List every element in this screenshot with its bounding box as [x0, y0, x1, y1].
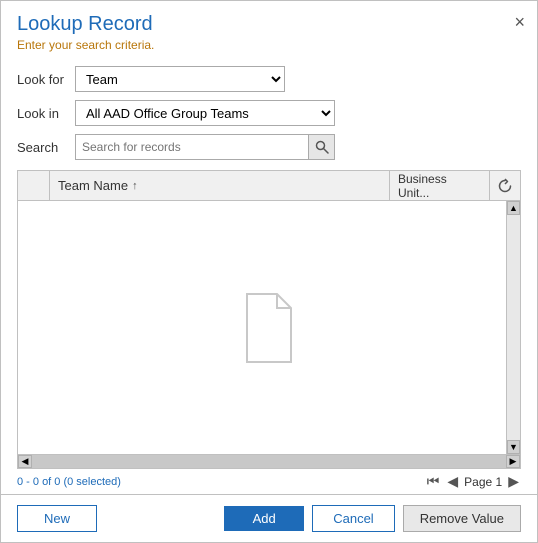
dialog-header: Lookup Record Enter your search criteria…: [1, 1, 537, 56]
dialog-subtitle: Enter your search criteria.: [17, 38, 521, 52]
table-area: Team Name ↑ Business Unit...: [17, 170, 521, 469]
form-area: Look for Team Look in All AAD Office Gro…: [1, 56, 537, 170]
scroll-left-button[interactable]: ◀: [18, 455, 32, 468]
page-label: Page 1: [464, 475, 502, 489]
scroll-right-button[interactable]: ▶: [506, 455, 520, 468]
record-count: 0 - 0 of 0 (0 selected): [17, 476, 121, 488]
next-page-button[interactable]: ▶: [506, 473, 521, 490]
scroll-up-button[interactable]: ▲: [507, 201, 520, 215]
lookup-record-dialog: Lookup Record Enter your search criteria…: [0, 0, 538, 543]
prev-page-button[interactable]: ◀: [445, 473, 460, 490]
add-button[interactable]: Add: [224, 506, 304, 531]
empty-file-icon: [239, 292, 299, 364]
scroll-v-track: [507, 215, 520, 440]
footer-buttons: New Add Cancel Remove Value: [1, 494, 537, 542]
search-input-wrap: [75, 134, 335, 160]
look-in-select[interactable]: All AAD Office Group Teams: [75, 100, 335, 126]
table-body: ▲ ▼: [18, 201, 520, 454]
vertical-scrollbar[interactable]: ▲ ▼: [506, 201, 520, 454]
status-bar: 0 - 0 of 0 (0 selected) ⏮ ◀ Page 1 ▶: [1, 469, 537, 494]
empty-state: [239, 292, 299, 364]
first-page-button[interactable]: ⏮: [425, 473, 442, 490]
look-for-select[interactable]: Team: [75, 66, 285, 92]
scroll-down-button[interactable]: ▼: [507, 440, 520, 454]
close-button[interactable]: ×: [514, 13, 525, 31]
search-button[interactable]: [308, 135, 334, 159]
look-in-label: Look in: [17, 106, 75, 121]
look-in-row: Look in All AAD Office Group Teams: [17, 100, 521, 126]
th-team-name-label: Team Name: [58, 178, 128, 193]
look-for-row: Look for Team: [17, 66, 521, 92]
th-business-unit-label: Business Unit...: [398, 172, 481, 200]
table-wrapper: ▲ ▼ ◀ ▶: [18, 201, 520, 468]
th-team-name[interactable]: Team Name ↑: [50, 171, 390, 200]
dialog-title: Lookup Record: [17, 13, 521, 36]
pagination: ⏮ ◀ Page 1 ▶: [425, 473, 521, 490]
refresh-button[interactable]: [490, 171, 520, 200]
th-business-unit[interactable]: Business Unit...: [390, 171, 490, 200]
search-label: Search: [17, 140, 75, 155]
th-checkbox: [18, 171, 50, 200]
scroll-h-track: [32, 455, 506, 468]
cancel-button[interactable]: Cancel: [312, 505, 394, 532]
sort-arrow: ↑: [132, 180, 138, 192]
look-for-label: Look for: [17, 72, 75, 87]
remove-value-button[interactable]: Remove Value: [403, 505, 521, 532]
table-header: Team Name ↑ Business Unit...: [18, 171, 520, 201]
horizontal-scrollbar[interactable]: ◀ ▶: [18, 454, 520, 468]
refresh-icon: [497, 178, 513, 194]
new-button[interactable]: New: [17, 505, 97, 532]
search-input[interactable]: [76, 135, 308, 159]
search-row: Search: [17, 134, 521, 160]
search-icon: [315, 140, 329, 154]
